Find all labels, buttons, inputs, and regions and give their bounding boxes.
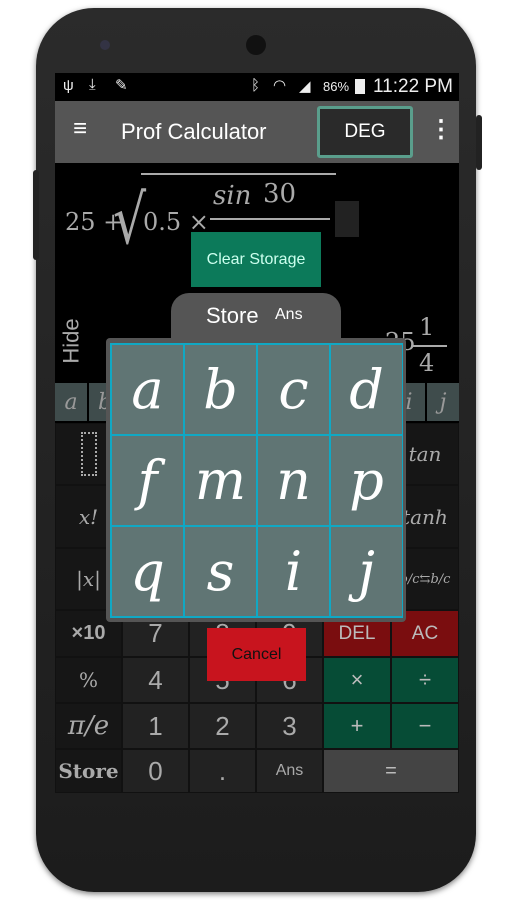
store-var-q[interactable]: q — [111, 526, 184, 617]
camera — [100, 40, 110, 50]
sqrt-icon: √ — [113, 182, 147, 260]
variable-grid: a b c d f m n p q s i j — [110, 343, 403, 618]
bluetooth-icon: ᛒ — [251, 77, 261, 94]
store-key[interactable]: Store — [55, 749, 122, 793]
menu-icon[interactable]: ≡ — [73, 115, 87, 143]
store-var-f[interactable]: f — [111, 435, 184, 526]
store-var-p[interactable]: p — [330, 435, 403, 526]
key-0[interactable]: 0 — [122, 749, 189, 793]
deg-mode-button[interactable]: DEG — [317, 106, 413, 158]
result-denominator: 4 — [419, 349, 435, 377]
add-key[interactable]: + — [323, 703, 391, 749]
var-j[interactable]: j — [427, 383, 459, 421]
store-dialog-panel: a b c d f m n p q s i j — [106, 338, 406, 622]
key-3[interactable]: 3 — [256, 703, 323, 749]
power-button — [476, 115, 482, 170]
battery-percent: 86% — [323, 79, 350, 94]
result-bar — [413, 345, 447, 347]
speaker — [246, 35, 266, 55]
store-var-n[interactable]: n — [257, 435, 330, 526]
multiply-key[interactable]: × — [323, 657, 391, 703]
app-bar: ≡ Prof Calculator DEG ⋮ — [55, 101, 459, 163]
fraction-bar — [210, 218, 330, 220]
sin-function: sin — [213, 181, 252, 211]
wifi-icon: ◠ — [273, 77, 287, 94]
cursor — [335, 201, 359, 237]
equals-key[interactable]: = — [323, 749, 459, 793]
store-var-c[interactable]: c — [257, 344, 330, 435]
clock: 11:22 PM — [373, 76, 453, 97]
edit-icon: ✎ — [115, 77, 128, 94]
clear-storage-button[interactable]: Clear Storage — [191, 232, 321, 287]
key-decimal[interactable]: . — [189, 749, 256, 793]
battery-icon — [355, 79, 365, 94]
volume-button — [33, 170, 39, 260]
app-title: Prof Calculator — [121, 119, 267, 144]
store-var-a[interactable]: a — [111, 344, 184, 435]
divide-key[interactable]: ÷ — [391, 657, 459, 703]
download-icon: ⤓ — [89, 76, 96, 93]
store-var-m[interactable]: m — [184, 435, 257, 526]
hide-button[interactable]: Hide — [59, 318, 85, 363]
store-var-d[interactable]: d — [330, 344, 403, 435]
key-1[interactable]: 1 — [122, 703, 189, 749]
sqrt-bar — [141, 173, 336, 175]
store-var-i[interactable]: i — [257, 526, 330, 617]
fraction-icon — [80, 432, 97, 476]
status-bar: ψ ⤓ ✎ ᛒ ◠ ◢ 86% 11:22 PM — [55, 73, 459, 101]
store-var-b[interactable]: b — [184, 344, 257, 435]
result-numerator: 1 — [419, 313, 435, 341]
store-var-j[interactable]: j — [330, 526, 403, 617]
usb-icon: ψ — [63, 77, 74, 94]
key-2[interactable]: 2 — [189, 703, 256, 749]
key-4[interactable]: 4 — [122, 657, 189, 703]
percent-key[interactable]: % — [55, 657, 122, 703]
subtract-key[interactable]: − — [391, 703, 459, 749]
screen: ψ ⤓ ✎ ᛒ ◠ ◢ 86% 11:22 PM ≡ Prof Calculat… — [55, 73, 459, 793]
var-a[interactable]: a — [55, 383, 87, 421]
key-ans[interactable]: Ans — [256, 749, 323, 793]
dialog-subtitle: Ans — [275, 306, 303, 323]
more-options-icon[interactable]: ⋮ — [429, 115, 453, 144]
pi-e-key[interactable]: π/e — [55, 703, 122, 749]
sin-argument: 30 — [263, 179, 297, 209]
dialog-title: Store — [206, 303, 259, 328]
signal-icon: ◢ — [299, 78, 311, 95]
store-var-s[interactable]: s — [184, 526, 257, 617]
cancel-button[interactable]: Cancel — [207, 628, 306, 681]
